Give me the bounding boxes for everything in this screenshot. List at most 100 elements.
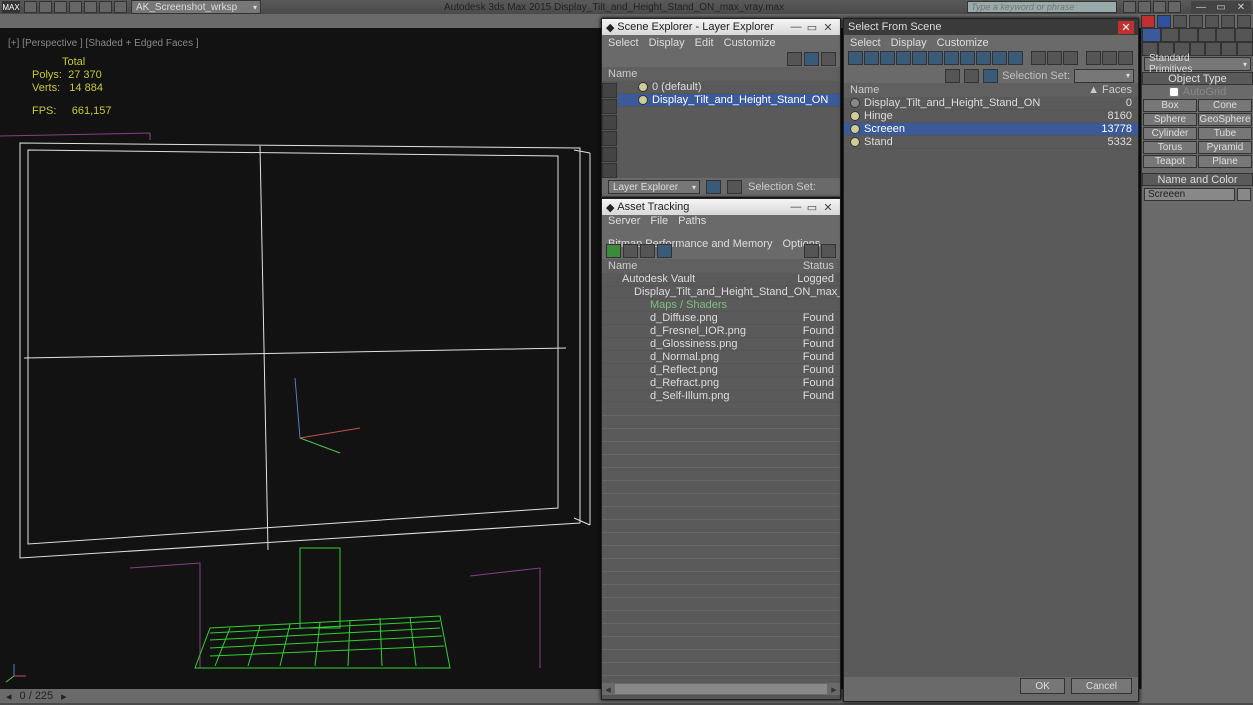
filter-lights-icon[interactable] (880, 51, 895, 65)
view-collapse-icon[interactable] (1118, 51, 1133, 65)
tab-motion-icon[interactable] (1198, 28, 1217, 42)
new-icon[interactable] (24, 1, 37, 13)
material-editor-icon[interactable] (1189, 15, 1203, 28)
filter-bones-icon[interactable] (976, 51, 991, 65)
filter-spacewarps-icon[interactable] (928, 51, 943, 65)
explorer-mode-dropdown[interactable]: Layer Explorer (608, 180, 700, 194)
minimize-icon[interactable]: — (1191, 1, 1211, 13)
render-frame-icon[interactable] (1221, 15, 1235, 28)
display-all-icon[interactable] (602, 83, 617, 98)
layer-row[interactable]: Display_Tilt_and_Height_Stand_ON (618, 94, 840, 107)
display-geometry-icon[interactable] (602, 99, 617, 114)
cancel-button[interactable]: Cancel (1071, 678, 1132, 694)
asset-row[interactable]: d_Refract.pngFound (602, 377, 840, 390)
filter-shapes-icon[interactable] (864, 51, 879, 65)
filter-helpers-icon[interactable] (912, 51, 927, 65)
prim-box-button[interactable]: Box (1143, 99, 1197, 112)
object-color-swatch[interactable] (1237, 188, 1251, 201)
favorites-icon[interactable] (1153, 1, 1166, 13)
workspace-dropdown[interactable]: AK_Screenshot_wrksp (131, 0, 261, 14)
scene-explorer-header[interactable]: Name (602, 67, 840, 81)
project-icon[interactable] (114, 1, 127, 13)
render-icon[interactable] (1237, 15, 1251, 28)
asset-row[interactable]: d_Fresnel_IOR.pngFound (602, 325, 840, 338)
open-icon[interactable] (39, 1, 52, 13)
prim-geosphere-button[interactable]: GeoSphere (1198, 113, 1252, 126)
menu-server[interactable]: Server (608, 215, 640, 228)
save-icon[interactable] (54, 1, 67, 13)
asset-row[interactable]: Autodesk VaultLogged (602, 273, 840, 286)
object-row[interactable]: Stand5332 (844, 136, 1138, 149)
lock-icon[interactable] (983, 69, 998, 83)
prim-plane-button[interactable]: Plane (1198, 155, 1252, 168)
selection-set-dropdown[interactable] (1074, 69, 1134, 83)
menu-paths[interactable]: Paths (678, 215, 706, 228)
display-children-icon[interactable] (804, 52, 819, 66)
asset-tracking-header[interactable]: Name Status (602, 259, 840, 273)
object-name-field[interactable]: Screeen (1144, 188, 1235, 201)
display-cameras-icon[interactable] (602, 147, 617, 162)
asset-row[interactable]: Maps / Shaders (602, 299, 840, 312)
status-icon[interactable] (804, 244, 819, 258)
asset-row[interactable]: d_Normal.pngFound (602, 351, 840, 364)
refresh-icon[interactable] (606, 244, 621, 258)
list-icon[interactable] (640, 244, 655, 258)
help-icon[interactable] (1168, 1, 1181, 13)
menu-select[interactable]: Select (850, 37, 881, 49)
filter-geometry-icon[interactable] (848, 51, 863, 65)
redo-icon[interactable] (84, 1, 97, 13)
menu-display[interactable]: Display (649, 37, 685, 49)
display-shapes-icon[interactable] (602, 115, 617, 130)
exchange-icon[interactable] (1138, 1, 1151, 13)
asset-tracking-window[interactable]: ◆ Asset Tracking — ▭ ✕ Server File Paths… (601, 198, 841, 700)
asset-row[interactable]: d_Diffuse.pngFound (602, 312, 840, 325)
layer-row[interactable]: 0 (default) (618, 81, 840, 94)
signin-icon[interactable] (1123, 1, 1136, 13)
autogrid-checkbox[interactable]: AutoGrid (1142, 85, 1253, 98)
asset-scrollbar[interactable]: ◂▸ (602, 683, 840, 695)
filter-groups-icon[interactable] (944, 51, 959, 65)
toggle-ribbon-icon[interactable] (1141, 15, 1155, 28)
object-row[interactable]: Screeen13778 (844, 123, 1138, 136)
asset-row[interactable]: d_Reflect.pngFound (602, 364, 840, 377)
asset-tracking-titlebar[interactable]: ◆ Asset Tracking — ▭ ✕ (602, 199, 840, 215)
close-icon[interactable]: ✕ (1118, 21, 1134, 34)
tab-hierarchy-icon[interactable] (1179, 28, 1198, 42)
menu-customize[interactable]: Customize (724, 37, 776, 49)
ok-button[interactable]: OK (1020, 678, 1064, 694)
select-from-scene-window[interactable]: Select From Scene ✕ Select Display Custo… (843, 18, 1139, 702)
select-from-scene-titlebar[interactable]: Select From Scene ✕ (844, 19, 1138, 35)
tree-icon[interactable] (623, 244, 638, 258)
filter-xrefs-icon[interactable] (960, 51, 975, 65)
prim-cylinder-button[interactable]: Cylinder (1143, 127, 1197, 140)
display-lights-icon[interactable] (602, 131, 617, 146)
menu-customize[interactable]: Customize (937, 37, 989, 49)
minimize-icon[interactable]: — (788, 21, 804, 33)
menu-display[interactable]: Display (891, 37, 927, 49)
select-invert-icon[interactable] (1063, 51, 1078, 65)
name-color-rollout[interactable]: Name and Color (1142, 173, 1253, 186)
select-all-icon[interactable] (1031, 51, 1046, 65)
filter-cameras-icon[interactable] (896, 51, 911, 65)
minimize-icon[interactable]: — (788, 201, 804, 213)
pin-icon[interactable] (706, 180, 721, 194)
filter-containers-icon[interactable] (992, 51, 1007, 65)
sub-systems-icon[interactable] (1237, 42, 1253, 56)
link-icon[interactable] (99, 1, 112, 13)
asset-row[interactable]: d_Glossiness.pngFound (602, 338, 840, 351)
close-icon[interactable]: ✕ (820, 21, 836, 34)
prim-tube-button[interactable]: Tube (1198, 127, 1252, 140)
select-none-icon[interactable] (1047, 51, 1062, 65)
prim-torus-button[interactable]: Torus (1143, 141, 1197, 154)
close-icon[interactable]: ✕ (820, 201, 836, 214)
scene-explorer-titlebar[interactable]: ◆ Scene Explorer - Layer Explorer — ▭ ✕ (602, 19, 840, 35)
menu-edit[interactable]: Edit (695, 37, 714, 49)
timeline-prev-icon[interactable]: ◂ (6, 690, 12, 703)
asset-row[interactable]: Display_Tilt_and_Height_Stand_ON_max_vra… (602, 286, 840, 299)
asset-row[interactable]: d_Self-Illum.pngFound (602, 390, 840, 403)
object-row[interactable]: Hinge8160 (844, 110, 1138, 123)
prim-pyramid-button[interactable]: Pyramid (1198, 141, 1252, 154)
asset-tracking-list[interactable]: Autodesk VaultLogged Display_Tilt_and_He… (602, 273, 840, 683)
maximize-icon[interactable]: ▭ (1211, 1, 1231, 13)
schematic-icon[interactable] (1173, 15, 1187, 28)
